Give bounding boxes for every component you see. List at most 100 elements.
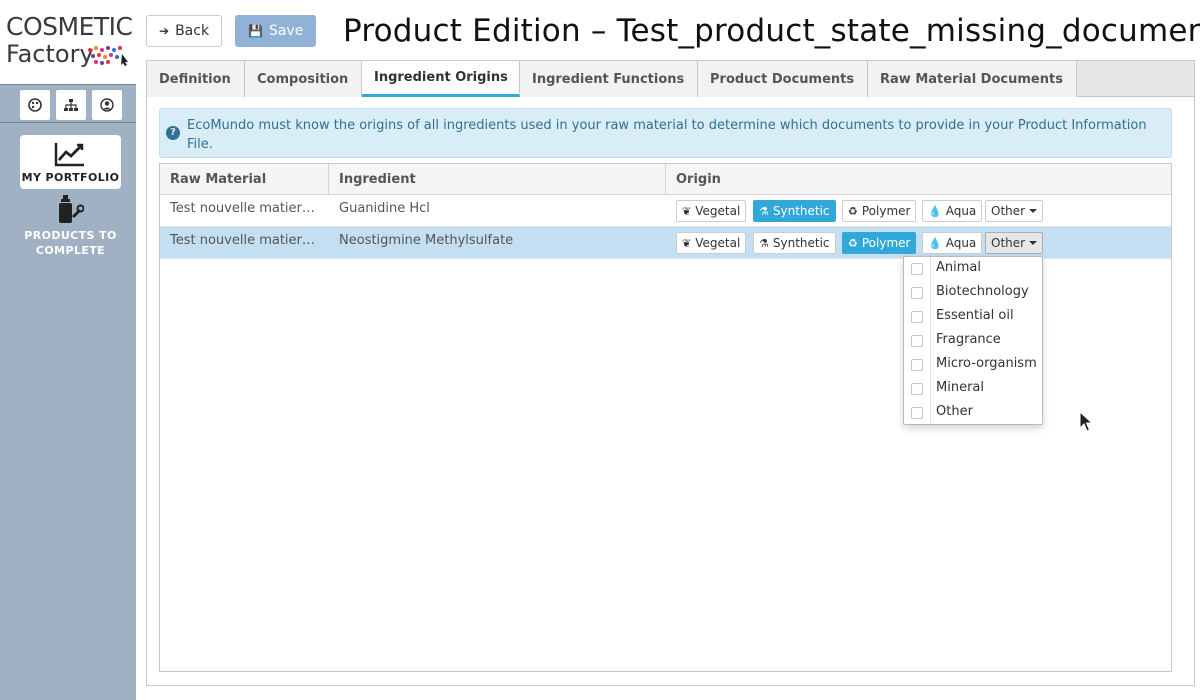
raw-material-cell: Test nouvelle matier… [170,201,315,216]
nav-products-to-complete-label: PRODUCTS TO COMPLETE [24,229,117,257]
tab-label: Raw Material Documents [880,71,1063,87]
table-row-selected[interactable]: Test nouvelle matier… Neostigmine Methyl… [160,227,1171,259]
origin-label: Synthetic [772,236,830,250]
sitemap-button[interactable] [56,90,86,120]
origin-label: Polymer [861,236,911,250]
info-alert: ? EcoMundo must know the origins of all … [159,108,1172,158]
tab-ingredient-origins[interactable]: Ingredient Origins [362,61,520,97]
water-drop-icon: 💧 [928,236,942,250]
raw-material-cell: Test nouvelle matier… [170,233,315,248]
origin-label: Vegetal [695,204,741,218]
sitemap-icon [64,99,78,111]
molecule-icon: ♻ [848,204,858,218]
logo-line2: Factory [6,40,94,68]
nav-my-portfolio-label: MY PORTFOLIO [21,171,120,184]
back-button-label: Back [175,23,210,39]
menu-item-micro-organism[interactable]: Micro-organism [904,353,1042,377]
user-button[interactable] [92,90,122,120]
menu-item-fragrance[interactable]: Fragrance [904,329,1042,353]
ingredient-cell: Neostigmine Methylsulfate [339,233,514,248]
column-header-raw-material[interactable]: Raw Material [160,164,329,195]
origin-label: Aqua [945,204,977,218]
other-origin-menu: Animal Biotechnology Essential oil Fragr… [903,256,1043,425]
tab-product-documents[interactable]: Product Documents [698,61,868,97]
origin-label: Aqua [945,236,977,250]
table-header: Raw Material Ingredient Origin [160,164,1171,195]
save-button-label: Save [268,23,304,39]
origin-other-dropdown[interactable]: Other [985,200,1044,222]
tab-raw-material-documents[interactable]: Raw Material Documents [868,61,1077,97]
menu-item-biotechnology[interactable]: Biotechnology [904,281,1042,305]
tab-label: Definition [159,71,231,87]
arrow-left-icon: ➔ [159,24,170,38]
checkbox[interactable] [911,311,923,323]
leaf-icon: ❦ [682,204,692,218]
origin-polymer-button[interactable]: ♻ Polymer [842,200,917,222]
molecule-icon: ♻ [848,236,858,250]
checkbox[interactable] [911,383,923,395]
menu-item-essential-oil[interactable]: Essential oil [904,305,1042,329]
floppy-disk-icon: 💾 [248,24,263,38]
menu-item-mineral[interactable]: Mineral [904,377,1042,401]
origin-vegetal-button[interactable]: ❦ Vegetal [676,200,747,222]
sidebar-icon-bar [0,85,136,123]
tab-bar: Definition Composition Ingredient Origin… [147,61,1194,97]
checkbox[interactable] [911,287,923,299]
info-alert-text: EcoMundo must know the origins of all in… [187,118,1147,152]
checkbox[interactable] [911,359,923,371]
caret-down-icon [1029,241,1038,245]
origin-aqua-button[interactable]: 💧 Aqua [922,232,983,254]
column-header-origin[interactable]: Origin [666,164,1171,195]
logo-dots-icon [88,46,128,66]
menu-item-other[interactable]: Other [904,401,1042,425]
menu-item-label: Animal [936,260,981,275]
page-title: Product Edition – Test_product_state_mis… [343,13,1200,49]
origin-label: Other [991,236,1026,250]
menu-item-label: Other [936,404,973,419]
tab-ingredient-functions[interactable]: Ingredient Functions [520,61,698,97]
origin-other-dropdown[interactable]: Other [985,232,1044,254]
origin-vegetal-button[interactable]: ❦ Vegetal [676,232,747,254]
checkbox[interactable] [911,335,923,347]
tab-label: Composition [257,71,349,87]
nav-my-portfolio[interactable]: MY PORTFOLIO [20,135,121,189]
caret-down-icon [1029,209,1038,213]
origin-label: Vegetal [695,236,741,250]
origin-label: Other [991,204,1026,218]
sidebar: COSMETIC Factory MY PORTFOLIO PRODUCTS T [0,0,136,700]
table-row[interactable]: Test nouvelle matier… Guanidine Hcl ❦ Veg… [160,195,1171,227]
origin-synthetic-button[interactable]: ⚗ Synthetic [753,232,836,254]
menu-item-label: Mineral [936,380,984,395]
flask-icon: ⚗ [759,236,769,250]
logo[interactable]: COSMETIC Factory [0,0,136,84]
mouse-cursor-icon [1079,411,1093,432]
tab-label: Ingredient Functions [532,71,685,87]
origin-label: Synthetic [772,204,830,218]
user-circle-icon [100,98,114,112]
menu-item-label: Micro-organism [936,356,1037,371]
save-button[interactable]: 💾 Save [235,15,317,47]
question-circle-icon: ? [166,126,180,140]
back-button[interactable]: ➔ Back [146,15,223,47]
tab-label: Product Documents [710,71,855,87]
checkbox[interactable] [911,407,923,419]
palette-button[interactable] [20,90,50,120]
bottle-wrench-icon [59,195,84,223]
menu-item-label: Essential oil [936,308,1014,323]
palette-icon [28,98,42,112]
tab-definition[interactable]: Definition [147,61,245,97]
menu-item-label: Biotechnology [936,284,1029,299]
origin-synthetic-button[interactable]: ⚗ Synthetic [753,200,836,222]
menu-item-animal[interactable]: Animal [904,257,1042,281]
flask-icon: ⚗ [759,204,769,218]
checkbox[interactable] [911,263,923,275]
line-chart-icon [54,143,84,167]
column-header-ingredient[interactable]: Ingredient [329,164,666,195]
origin-aqua-button[interactable]: 💧 Aqua [922,200,983,222]
tab-composition[interactable]: Composition [245,61,362,97]
water-drop-icon: 💧 [928,204,942,218]
nav-products-to-complete[interactable]: PRODUCTS TO COMPLETE [20,195,121,257]
ingredient-cell: Guanidine Hcl [339,201,430,216]
origin-polymer-button[interactable]: ♻ Polymer [842,232,917,254]
origin-label: Polymer [861,204,911,218]
